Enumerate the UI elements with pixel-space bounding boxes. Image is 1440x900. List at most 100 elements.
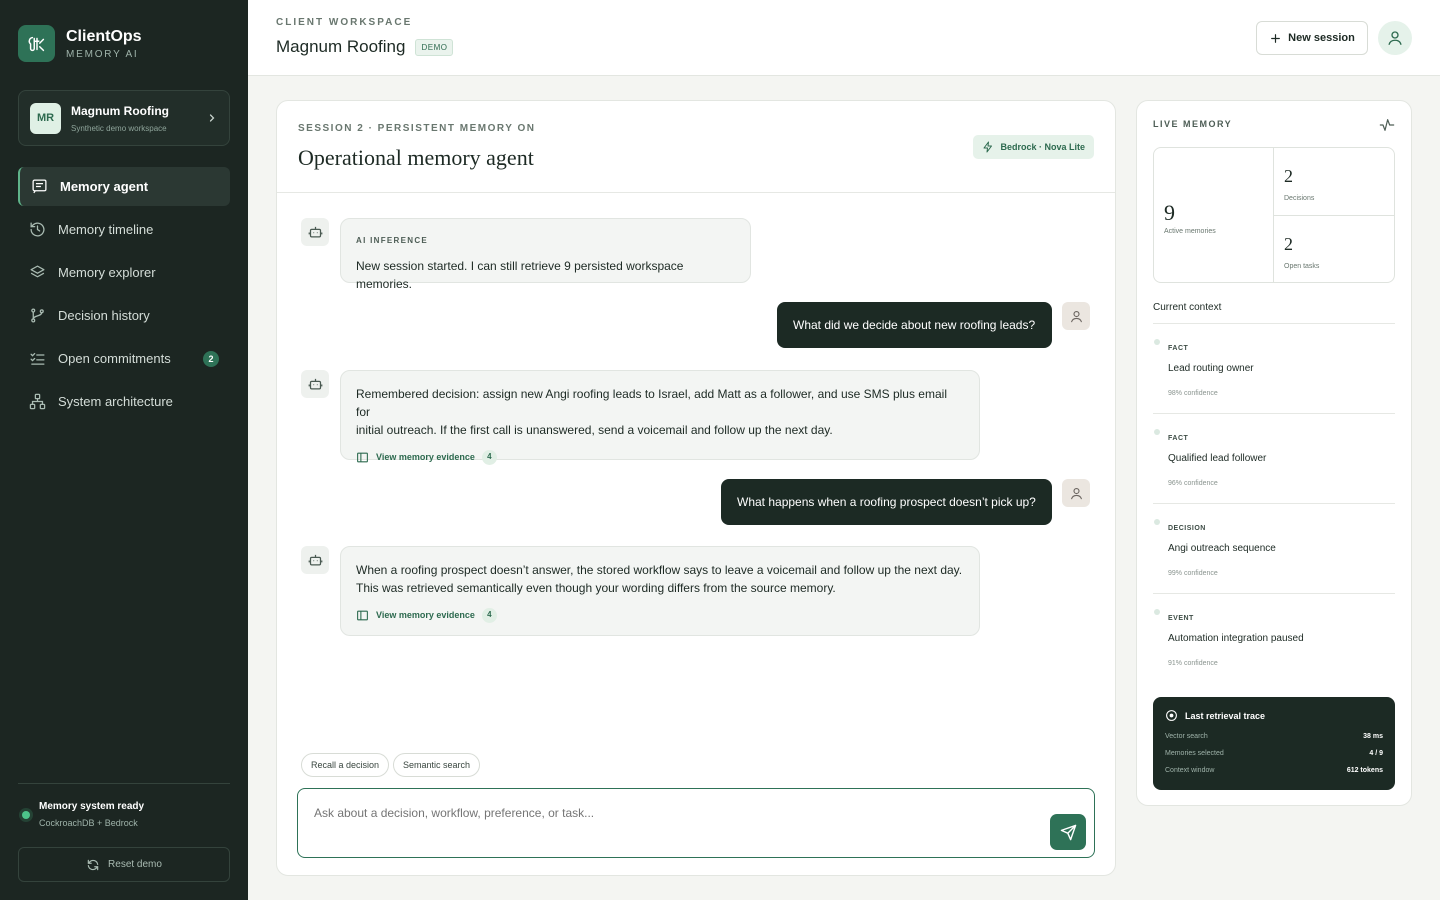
trace-value: 4 / 9 <box>1369 750 1383 757</box>
context-dot <box>1154 519 1160 525</box>
view-memory-evidence-link[interactable]: View memory evidence 4 <box>356 448 964 466</box>
new-session-button[interactable]: New session <box>1256 21 1368 55</box>
ai-message-text: Remembered decision: assign new Angi roo… <box>356 387 947 419</box>
evidence-label: View memory evidence <box>376 452 475 462</box>
nav-item-system-architecture[interactable]: System architecture <box>18 382 230 421</box>
nav-item-memory-explorer[interactable]: Memory explorer <box>18 253 230 292</box>
reset-demo-button[interactable]: Reset demo <box>18 847 230 882</box>
retrieval-trace-card: Last retrieval trace Vector search 38 ms… <box>1153 697 1395 790</box>
user-message-text: What did we decide about new roofing lea… <box>793 318 1036 332</box>
evidence-count-badge: 4 <box>481 607 497 623</box>
main-nav: Memory agent Memory timeline Memory expl… <box>18 167 230 425</box>
evidence-count-badge: 4 <box>481 449 497 465</box>
evidence-label: View memory evidence <box>376 610 475 620</box>
context-label: Lead routing owner <box>1168 363 1254 374</box>
recall-decision-chip[interactable]: Recall a decision <box>301 753 390 777</box>
message-input[interactable] <box>314 806 1014 820</box>
model-name: Bedrock · Nova Lite <box>1000 142 1085 152</box>
ai-message-text: When a roofing prospect doesn’t answer, … <box>356 563 963 577</box>
user-profile-button[interactable] <box>1378 21 1412 55</box>
book-icon <box>356 609 369 622</box>
workspace-switcher[interactable]: MR Magnum Roofing Synthetic demo workspa… <box>18 90 230 146</box>
nav-item-decision-history[interactable]: Decision history <box>18 296 230 335</box>
nav-label: Memory agent <box>60 179 149 194</box>
context-confidence: 99% confidence <box>1168 570 1218 577</box>
status-title: Memory system ready <box>39 801 145 812</box>
book-icon <box>356 451 369 464</box>
current-context-title: Current context <box>1153 302 1222 313</box>
activity-icon <box>1379 117 1395 133</box>
trace-key: Vector search <box>1165 733 1208 740</box>
trace-key: Context window <box>1165 767 1215 774</box>
context-type: DECISION <box>1168 525 1206 532</box>
context-type: EVENT <box>1168 615 1194 622</box>
context-item[interactable]: EVENT Automation integration paused 91% … <box>1153 593 1395 683</box>
sidebar: ClientOps MEMORY AI MR Magnum Roofing Sy… <box>0 0 248 900</box>
view-memory-evidence-link[interactable]: View memory evidence 4 <box>356 606 964 624</box>
demo-badge: DEMO <box>415 38 454 56</box>
context-dot <box>1154 339 1160 345</box>
context-item[interactable]: DECISION Angi outreach sequence 99% conf… <box>1153 503 1395 593</box>
brand-subtitle: MEMORY AI <box>66 48 139 60</box>
memory-stats: 9 Active memories 2 Decisions 2 Open tas… <box>1153 147 1395 283</box>
chat-header: SESSION 2 · PERSISTENT MEMORY ON Operati… <box>277 101 1115 193</box>
nav-item-memory-agent[interactable]: Memory agent <box>18 167 230 206</box>
trace-row: Memories selected 4 / 9 <box>1165 750 1383 757</box>
trace-row: Vector search 38 ms <box>1165 733 1383 740</box>
sidebar-divider <box>18 783 230 784</box>
nav-label: Memory explorer <box>58 265 156 280</box>
nav-item-memory-timeline[interactable]: Memory timeline <box>18 210 230 249</box>
layers-icon <box>29 264 46 281</box>
context-type: FACT <box>1168 435 1189 442</box>
ai-message: AI INFERENCE New session started. I can … <box>340 218 751 291</box>
git-branch-icon <box>29 307 46 324</box>
context-item[interactable]: FACT Qualified lead follower 96% confide… <box>1153 413 1395 503</box>
decisions-value: 2 <box>1284 166 1293 186</box>
semantic-search-chip[interactable]: Semantic search <box>393 753 481 777</box>
context-type: FACT <box>1168 345 1189 352</box>
nav-label: Memory timeline <box>58 222 154 237</box>
bot-avatar-icon <box>301 218 329 246</box>
header-eyebrow: CLIENT WORKSPACE <box>276 17 413 28</box>
open-tasks-value: 2 <box>1284 234 1293 254</box>
context-item[interactable]: FACT Lead routing owner 98% confidence <box>1153 323 1395 413</box>
nav-label: Open commitments <box>58 351 171 366</box>
context-confidence: 96% confidence <box>1168 480 1218 487</box>
chat-icon <box>31 178 48 195</box>
send-button[interactable] <box>1050 814 1086 850</box>
ai-message: When a roofing prospect doesn’t answer, … <box>340 546 980 636</box>
decisions-label: Decisions <box>1284 195 1315 202</box>
trace-value: 612 tokens <box>1346 767 1383 774</box>
status-dot-icon <box>22 811 30 819</box>
context-confidence: 91% confidence <box>1168 660 1218 667</box>
context-label: Angi outreach sequence <box>1168 543 1276 554</box>
user-message: What did we decide about new roofing lea… <box>777 302 1052 348</box>
user-message: What happens when a roofing prospect doe… <box>721 479 1052 525</box>
chat-title: Operational memory agent <box>298 145 534 170</box>
ai-message-text: New session started. I can still retriev… <box>356 259 684 291</box>
context-dot <box>1154 429 1160 435</box>
ai-inference-tag: AI INFERENCE <box>356 236 429 245</box>
user-avatar-icon <box>1062 479 1090 507</box>
trace-header: Last retrieval trace <box>1165 709 1265 722</box>
network-icon <box>29 393 46 410</box>
trace-key: Memories selected <box>1165 750 1224 757</box>
trace-value: 38 ms <box>1363 733 1383 740</box>
stats-divider <box>1274 215 1394 216</box>
live-memory-title: LIVE MEMORY <box>1153 119 1233 129</box>
nav-label: System architecture <box>58 394 173 409</box>
new-session-label: New session <box>1288 32 1355 44</box>
user-message-text: What happens when a roofing prospect doe… <box>737 495 1036 509</box>
workspace-name: Magnum Roofing <box>71 103 169 118</box>
brand[interactable]: ClientOps MEMORY AI <box>18 25 142 62</box>
live-memory-panel: LIVE MEMORY 9 Active memories 2 Decision… <box>1136 100 1412 806</box>
plus-icon <box>1269 32 1282 45</box>
chevron-right-icon <box>206 112 218 124</box>
trace-row: Context window 612 tokens <box>1165 767 1383 774</box>
nav-item-open-commitments[interactable]: Open commitments 2 <box>18 339 230 378</box>
user-icon <box>1386 29 1404 47</box>
reset-demo-label: Reset demo <box>108 859 162 870</box>
send-icon <box>1060 824 1077 841</box>
open-tasks-label: Open tasks <box>1284 263 1320 270</box>
page-title-row: Magnum Roofing DEMO <box>276 37 454 57</box>
